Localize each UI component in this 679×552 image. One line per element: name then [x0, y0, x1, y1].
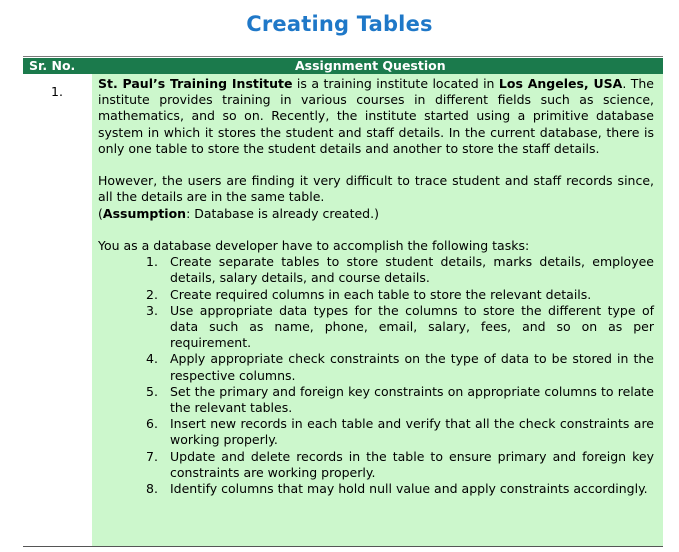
tasks-intro: You as a database developer have to acco…	[98, 238, 530, 253]
assignment-table: Sr. No. Assignment Question 1. St. Paul’…	[23, 56, 663, 547]
task-number: 5.	[146, 383, 158, 399]
task-text: Create separate tables to store student …	[170, 254, 654, 286]
task-number: 8.	[146, 481, 158, 497]
institute-location: Los Angeles, USA	[498, 76, 623, 91]
list-item: 2. Create required columns in each table …	[146, 287, 654, 303]
list-item: 6. Insert new records in each table and v…	[146, 416, 654, 448]
intro-text-1: is a training institute located in	[292, 76, 499, 91]
list-item: 8. Identify columns that may hold null va…	[146, 481, 654, 497]
list-item: 5. Set the primary and foreign key constr…	[146, 384, 654, 416]
institute-name: St. Paul’s Training Institute	[98, 76, 293, 91]
task-list: 1. Create separate tables to store studen…	[98, 254, 654, 497]
list-item: 3. Use appropriate data types for the col…	[146, 303, 654, 352]
task-number: 7.	[146, 448, 158, 464]
intro-paragraph: St. Paul’s Training Institute is a train…	[98, 76, 654, 157]
assumption-label: Assumption	[102, 205, 187, 221]
task-number: 6.	[146, 416, 158, 432]
task-text: Apply appropriate check constraints on t…	[170, 351, 654, 383]
task-text: Create required columns in each table to…	[170, 286, 592, 302]
task-text: Update and delete records in the table t…	[170, 448, 654, 480]
list-item: 4. Apply appropriate check constraints on…	[146, 351, 654, 383]
task-text: Identify columns that may hold null valu…	[170, 481, 648, 497]
list-item: 1. Create separate tables to store studen…	[146, 254, 654, 286]
sr-no-cell: 1.	[23, 74, 92, 546]
question-text: St. Paul’s Training Institute is a train…	[98, 76, 654, 497]
table-header-row: Sr. No. Assignment Question	[23, 58, 663, 74]
page-title: Creating Tables	[246, 12, 433, 36]
question-cell: St. Paul’s Training Institute is a train…	[92, 74, 663, 546]
column-header-assignment-question: Assignment Question	[295, 58, 446, 73]
table-row: 1. St. Paul’s Training Institute is a tr…	[23, 74, 663, 546]
sr-no-value: 1.	[51, 84, 63, 99]
problem-text: However, the users are finding it very d…	[98, 173, 654, 205]
task-text: Set the primary and foreign key constrai…	[170, 383, 654, 416]
assumption-text: : Database is already created.)	[186, 205, 379, 221]
task-text: Use appropriate data types for the colum…	[170, 302, 654, 351]
task-number: 2.	[146, 286, 158, 302]
problem-paragraph: However, the users are finding it very d…	[98, 173, 654, 222]
list-item: 7. Update and delete records in the table…	[146, 449, 654, 481]
task-text: Insert new records in each table and ver…	[170, 416, 654, 448]
task-number: 4.	[146, 351, 158, 367]
task-number: 1.	[146, 254, 158, 270]
task-number: 3.	[146, 302, 158, 318]
column-header-sr-no: Sr. No.	[29, 58, 76, 73]
